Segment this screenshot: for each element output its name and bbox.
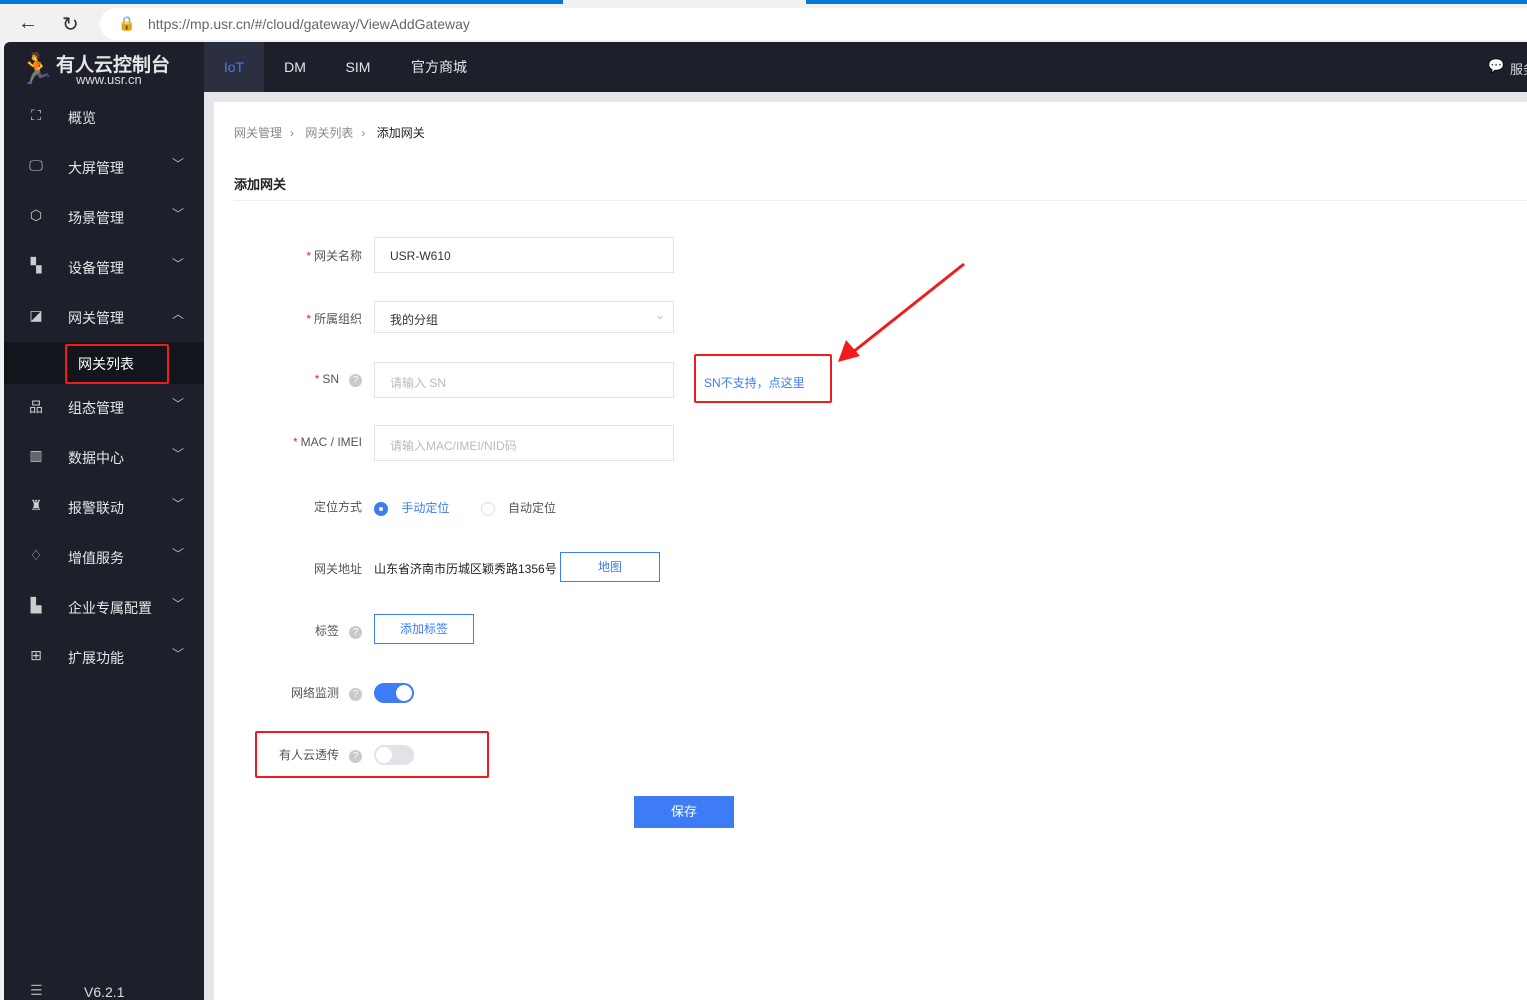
logo-figure-icon: 🏃: [18, 53, 56, 86]
page-title: 添加网关: [234, 177, 287, 192]
content-card: 网关管理 › 网关列表 › 添加网关 添加网关 * 网关名称 USR-W610 * 所属…: [214, 102, 1527, 1000]
annotation-arrow-icon: [838, 262, 965, 362]
url-text: https://mp.usr.cn/#/cloud/gateway/ViewAd…: [148, 16, 470, 32]
address-bar[interactable]: 🔒 https://mp.usr.cn/#/cloud/gateway/View…: [100, 8, 1527, 40]
help-icon: ?: [349, 688, 362, 701]
version-label: V6.2.1: [84, 984, 125, 1000]
radio-auto-label[interactable]: 自动定位: [508, 501, 556, 515]
divider: [234, 200, 1527, 201]
reload-icon[interactable]: ↻: [62, 12, 79, 37]
alarm-icon: ♜: [29, 497, 43, 513]
address-value: 山东省济南市历城区颖秀路1356号: [374, 562, 557, 576]
sn-label: * SN?: [315, 372, 362, 387]
map-button[interactable]: 地图: [560, 552, 660, 582]
network-monitor-toggle[interactable]: [374, 683, 414, 703]
breadcrumb-item[interactable]: 网关列表: [305, 126, 353, 140]
bar-chart-icon: ▥: [29, 447, 43, 463]
tab-sim[interactable]: SIM: [336, 42, 380, 92]
annotation-box: [255, 731, 489, 778]
mac-input[interactable]: 请输入MAC/IMEI/NID码: [374, 425, 674, 461]
sidebar-item[interactable]: 品组态管理 ﹀: [4, 382, 204, 432]
topology-icon: 品: [29, 399, 43, 415]
chevron-down-icon: ﹀: [172, 597, 185, 611]
org-select[interactable]: 我的分组 ⌄: [374, 301, 674, 333]
gateway-name-input[interactable]: USR-W610: [374, 237, 674, 273]
radio-auto[interactable]: [480, 501, 495, 516]
chevron-down-icon: ﹀: [172, 497, 185, 511]
chevron-down-icon: ⌄: [654, 308, 665, 322]
chat-icon[interactable]: 💬: [1488, 58, 1504, 74]
device-icon: ▚: [30, 257, 42, 273]
back-icon[interactable]: ←: [18, 12, 38, 35]
org-label: * 所属组织: [306, 312, 362, 326]
cube-icon: ⬡: [29, 207, 43, 223]
chevron-down-icon: ﹀: [172, 647, 185, 661]
browser-toolbar: ← ↻ 🔒 https://mp.usr.cn/#/cloud/gateway/…: [0, 4, 1527, 42]
sidebar-item[interactable]: ◪ 网关管理 ︿: [4, 292, 204, 342]
gateway-icon: ◪: [29, 307, 43, 323]
help-icon: ?: [349, 374, 362, 387]
lock-icon: 🔒: [118, 15, 136, 31]
loc-label: 定位方式: [313, 500, 362, 514]
service-link[interactable]: 服务: [1510, 59, 1527, 78]
chevron-down-icon: ﹀: [172, 397, 185, 411]
radio-manual[interactable]: [374, 501, 388, 516]
annotation-box: [694, 354, 832, 403]
overview-icon: ⛶: [31, 107, 41, 123]
tab-store[interactable]: 官方商城: [404, 42, 474, 92]
sidebar-item[interactable]: 🖵 大屏管理 ﹀: [4, 142, 204, 192]
tab-dm[interactable]: DM: [274, 42, 316, 92]
tag-label: 标签?: [315, 622, 362, 639]
sidebar: 🏃 有人云控制台 www.usr.cn ⛶ 概览 🖵 大屏管理 ﹀ ⬡ 场景管理 ﹀ ▚ 设备管理…: [4, 42, 204, 1000]
save-button[interactable]: 保存: [634, 796, 734, 828]
grid-icon: ⊞: [30, 647, 42, 663]
sidebar-item[interactable]: ⊞ 扩展功能 ﹀: [4, 632, 204, 682]
tab-iot[interactable]: IoT: [204, 42, 264, 92]
sidebar-item[interactable]: ▚ 设备管理 ﹀: [4, 242, 204, 292]
building-icon: ▙: [30, 597, 42, 613]
chevron-down-icon: ﹀: [172, 447, 185, 461]
collapse-menu-icon[interactable]: ☰: [30, 982, 43, 999]
sidebar-item[interactable]: ▥ 数据中心 ﹀: [4, 432, 204, 482]
diamond-icon: ♢: [29, 547, 43, 563]
add-tag-button[interactable]: 添加标签: [374, 614, 474, 644]
sidebar-item[interactable]: ⛶ 概览: [4, 92, 204, 142]
sidebar-item[interactable]: ♢ 增值服务 ﹀: [4, 532, 204, 582]
sidebar-item[interactable]: ▙ 企业专属配置 ﹀: [4, 582, 204, 632]
annotation-box: [65, 344, 169, 384]
chevron-down-icon: ﹀: [172, 157, 185, 171]
sidebar-item[interactable]: ⬡ 场景管理 ﹀: [4, 192, 204, 242]
addr-label: 网关地址: [313, 562, 362, 576]
net-label: 网络监测?: [291, 684, 362, 701]
top-nav: IoT DM SIM 官方商城 💬 服务: [204, 42, 1527, 92]
chevron-down-icon: ﹀: [172, 207, 185, 221]
chevron-up-icon: ︿: [172, 307, 185, 321]
breadcrumb-current: 添加网关: [376, 126, 425, 140]
name-label: * 网关名称: [306, 249, 362, 263]
radio-manual-label[interactable]: 手动定位: [401, 501, 449, 515]
chevron-down-icon: ﹀: [172, 547, 185, 561]
chevron-down-icon: ﹀: [172, 257, 185, 271]
mac-label: * MAC / IMEI: [292, 435, 362, 449]
help-icon: ?: [349, 626, 362, 639]
sidebar-item[interactable]: ♜ 报警联动 ﹀: [4, 482, 204, 532]
screen-icon: 🖵: [29, 157, 43, 173]
breadcrumb: 网关管理 › 网关列表 › 添加网关: [234, 126, 425, 140]
breadcrumb-item[interactable]: 网关管理: [234, 126, 282, 140]
sn-input[interactable]: 请输入 SN: [374, 362, 674, 398]
